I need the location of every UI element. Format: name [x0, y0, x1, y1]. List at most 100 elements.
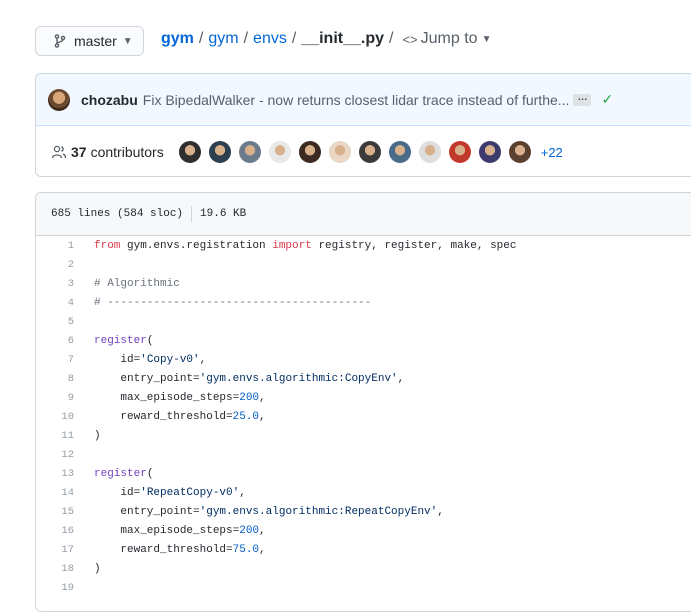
code-line: 8 entry_point='gym.envs.algorithmic:Copy…	[36, 369, 691, 388]
line-number[interactable]: 7	[36, 354, 94, 366]
breadcrumb-folder-gym[interactable]: gym	[208, 30, 238, 48]
jump-to-label: Jump to	[420, 30, 478, 47]
line-number[interactable]: 6	[36, 335, 94, 347]
code-token: 75.0	[232, 543, 260, 556]
breadcrumb-file-name: __init__.py	[301, 30, 384, 47]
code-token: id=	[94, 486, 141, 499]
code-token: 200	[239, 524, 260, 537]
code-token: 'RepeatCopy-v0'	[140, 486, 240, 499]
line-number[interactable]: 17	[36, 544, 94, 556]
code-token: ,	[259, 410, 266, 423]
check-icon[interactable]: ✓	[601, 91, 613, 108]
code-line: 10 reward_threshold=25.0,	[36, 407, 691, 426]
line-number[interactable]: 18	[36, 563, 94, 575]
code-text: reward_threshold=25.0,	[94, 410, 266, 423]
code-token: register	[94, 467, 147, 480]
code-text: register(	[94, 335, 153, 347]
code-text: entry_point='gym.envs.algorithmic:CopyEn…	[94, 373, 404, 385]
code-token: # Algorithmic	[94, 277, 180, 290]
commit-author-link[interactable]: chozabu	[81, 92, 138, 108]
code-view: 1 from gym.envs.registration import regis…	[36, 236, 691, 597]
code-text: reward_threshold=75.0,	[94, 543, 265, 556]
code-token: (	[146, 334, 154, 347]
contributors-row: 37 contributors +22	[36, 126, 691, 176]
people-icon	[51, 145, 67, 159]
contributor-avatar[interactable]	[478, 141, 501, 163]
line-number[interactable]: 11	[36, 430, 94, 442]
line-number[interactable]: 1	[36, 240, 94, 252]
breadcrumb-separator: /	[243, 30, 249, 47]
code-text: max_episode_steps=200,	[94, 391, 265, 404]
code-text: )	[94, 563, 101, 575]
breadcrumb-folder-envs[interactable]: envs	[253, 30, 287, 48]
line-number[interactable]: 16	[36, 525, 94, 537]
avatar[interactable]	[48, 88, 70, 111]
chevron-down-icon: ▼	[122, 35, 133, 47]
contributor-avatar[interactable]	[268, 141, 291, 163]
latest-commit-box: chozabu Fix BipedalWalker - now returns …	[35, 73, 691, 177]
code-text: entry_point='gym.envs.algorithmic:Repeat…	[94, 506, 443, 518]
code-token: 200	[239, 391, 260, 404]
breadcrumb: gym / gym / envs / __init__.py / <> Jump…	[161, 28, 491, 50]
line-number[interactable]: 2	[36, 259, 94, 271]
file-viewer: 685 lines (584 sloc) 19.6 KB 1 from gym.e…	[35, 192, 691, 612]
contributors-count[interactable]: 37	[71, 144, 87, 160]
code-token: ,	[239, 486, 246, 499]
code-token: register	[94, 334, 147, 347]
line-number[interactable]: 4	[36, 297, 94, 309]
line-number[interactable]: 15	[36, 506, 94, 518]
code-line: 17 reward_threshold=75.0,	[36, 540, 691, 559]
code-line: 9 max_episode_steps=200,	[36, 388, 691, 407]
contributors-label[interactable]: contributors	[91, 144, 164, 160]
chevron-down-icon: ▼	[481, 33, 492, 45]
line-number[interactable]: 13	[36, 468, 94, 480]
contributor-avatar[interactable]	[208, 141, 231, 163]
line-number[interactable]: 14	[36, 487, 94, 499]
contributor-avatar[interactable]	[508, 141, 531, 163]
line-number[interactable]: 12	[36, 449, 94, 461]
code-line: 15 entry_point='gym.envs.algorithmic:Rep…	[36, 502, 691, 521]
file-size: 19.6 KB	[200, 208, 247, 220]
expand-commit-button[interactable]: …	[573, 92, 592, 106]
code-line: 16 max_episode_steps=200,	[36, 521, 691, 540]
contributor-avatar[interactable]	[388, 141, 411, 163]
code-token: )	[94, 562, 101, 575]
code-line: 1 from gym.envs.registration import regis…	[36, 236, 691, 255]
contributor-avatar[interactable]	[358, 141, 381, 163]
commit-header: chozabu Fix BipedalWalker - now returns …	[36, 74, 691, 126]
jump-to-button[interactable]: <> Jump to ▼	[402, 30, 491, 48]
line-number[interactable]: 8	[36, 373, 94, 385]
contributor-avatar[interactable]	[238, 141, 261, 163]
contributor-avatar[interactable]	[298, 141, 321, 163]
contributor-avatar[interactable]	[448, 141, 471, 163]
breadcrumb-repo-link[interactable]: gym	[161, 30, 194, 48]
line-number[interactable]: 5	[36, 316, 94, 328]
contributor-avatar[interactable]	[178, 141, 201, 163]
contributor-avatars	[178, 141, 539, 163]
line-number[interactable]: 10	[36, 411, 94, 423]
code-line: 6 register(	[36, 331, 691, 350]
code-text: id='Copy-v0',	[94, 354, 206, 366]
code-line: 13 register(	[36, 464, 691, 483]
branch-select-button[interactable]: master ▼	[35, 26, 144, 56]
code-line: 14 id='RepeatCopy-v0',	[36, 483, 691, 502]
more-contributors-link[interactable]: +22	[541, 145, 563, 160]
code-line: 3 # Algorithmic	[36, 274, 691, 293]
contributor-avatar[interactable]	[418, 141, 441, 163]
code-line: 12	[36, 445, 691, 464]
code-text: register(	[94, 468, 153, 480]
code-line: 18)	[36, 559, 691, 578]
code-token: ,	[199, 353, 207, 366]
line-number[interactable]: 9	[36, 392, 94, 404]
commit-message-link[interactable]: Fix BipedalWalker - now returns closest …	[143, 92, 570, 108]
contributor-avatar[interactable]	[328, 141, 351, 163]
code-token: entry_point=	[94, 372, 200, 385]
code-text: from gym.envs.registration import regist…	[94, 240, 516, 252]
code-token: 'Copy-v0'	[140, 353, 200, 366]
code-token: registry, register, make, spec	[311, 239, 517, 252]
line-number[interactable]: 3	[36, 278, 94, 290]
code-token: (	[146, 467, 154, 480]
code-token: )	[94, 429, 101, 442]
code-token: import	[272, 239, 312, 252]
code-line: 2	[36, 255, 691, 274]
